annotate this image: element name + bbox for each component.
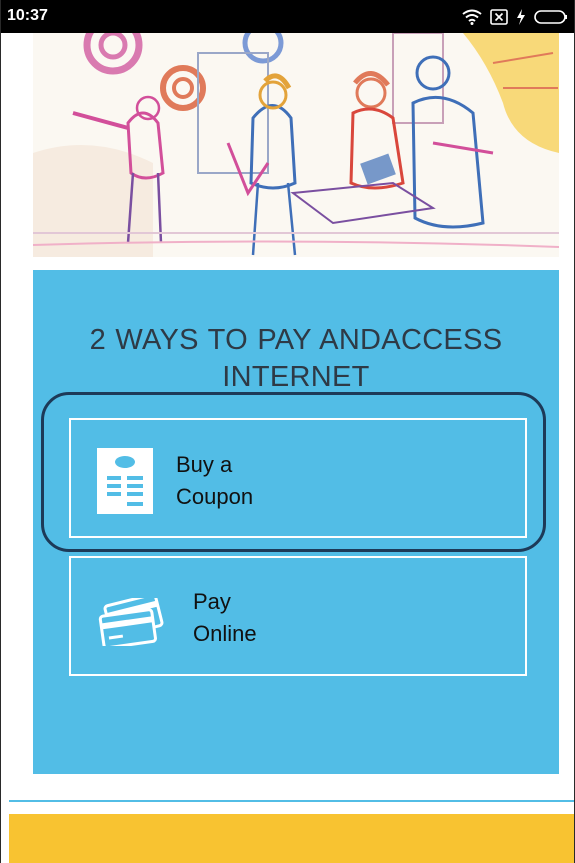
payment-options-panel: 2 WAYS TO PAY ANDACCESS INTERNET Buy a C… bbox=[33, 270, 559, 774]
hero-illustration bbox=[33, 33, 559, 257]
charging-icon bbox=[516, 9, 526, 25]
footer-bar bbox=[9, 814, 574, 863]
status-time: 10:37 bbox=[7, 7, 48, 24]
wifi-icon bbox=[462, 9, 482, 25]
receipt-icon bbox=[97, 448, 153, 514]
status-bar: 10:37 bbox=[1, 0, 574, 33]
battery-icon bbox=[534, 9, 568, 25]
no-sim-icon bbox=[490, 9, 508, 25]
status-icons bbox=[462, 6, 568, 28]
credit-cards-icon bbox=[98, 598, 164, 646]
pay-online-button[interactable]: Pay Online bbox=[69, 556, 527, 676]
buy-coupon-label: Buy a Coupon bbox=[176, 452, 254, 509]
buy-coupon-button[interactable]: Buy a Coupon bbox=[69, 418, 527, 538]
divider bbox=[9, 800, 574, 802]
panel-title: 2 WAYS TO PAY ANDACCESS INTERNET bbox=[89, 324, 503, 393]
app-screen: 10:37 2 WAYS TO PAY ANDACCESS INTERNET B… bbox=[0, 0, 575, 863]
pay-online-label: Pay Online bbox=[193, 589, 257, 646]
